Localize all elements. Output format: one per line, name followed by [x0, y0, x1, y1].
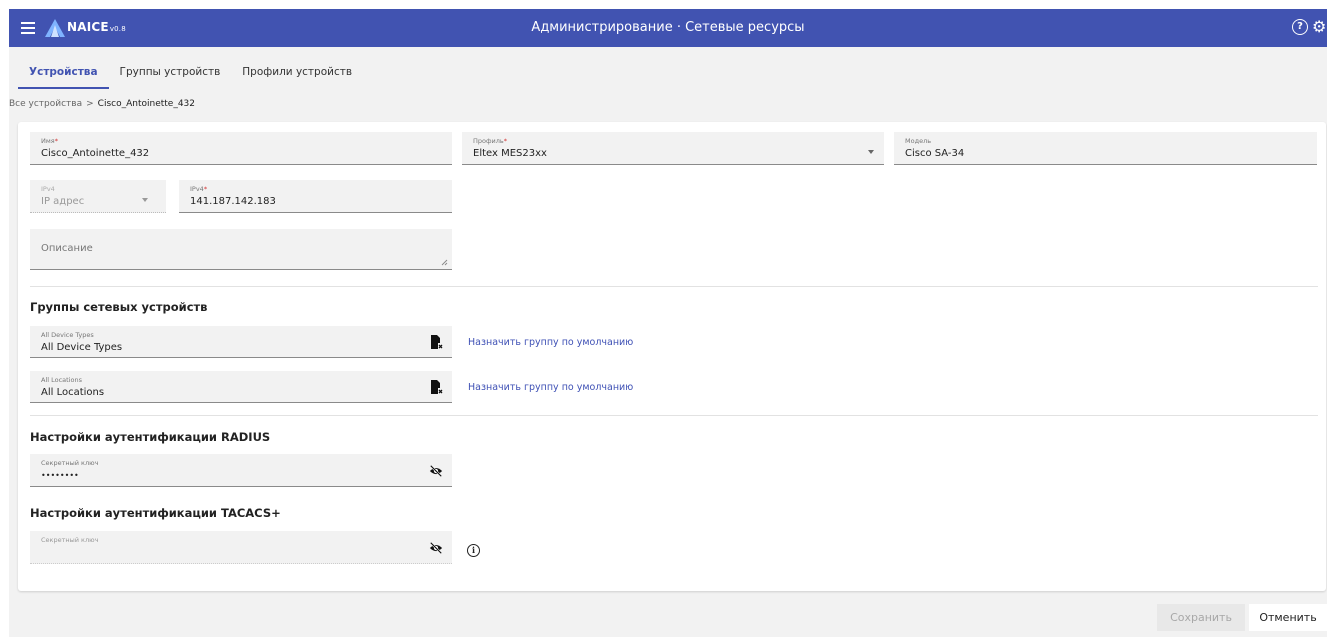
ipv4-value: 141.187.142.183 — [190, 196, 276, 207]
tab-devices[interactable]: Устройства — [18, 59, 109, 89]
gear-icon[interactable]: ⚙ — [1312, 17, 1326, 37]
divider — [30, 415, 1318, 416]
breadcrumb-current: Cisco_Antoinette_432 — [97, 99, 196, 109]
chevron-down-icon — [868, 150, 874, 154]
profile-select[interactable]: Профиль* Eltex MES23xx — [462, 132, 884, 165]
name-label: Имя* — [41, 137, 58, 145]
ip-type-value: IP адрес — [41, 196, 85, 207]
clear-group-icon[interactable] — [429, 380, 443, 394]
clear-group-icon[interactable] — [429, 335, 443, 349]
description-placeholder: Описание — [41, 243, 93, 254]
cancel-button[interactable]: Отменить — [1249, 604, 1327, 631]
description-textarea[interactable]: Описание — [30, 229, 452, 270]
model-value: Cisco SA-34 — [905, 148, 965, 159]
model-label: Модель — [905, 137, 932, 145]
ipv4-field[interactable]: IPv4* 141.187.142.183 — [179, 180, 452, 213]
save-button[interactable]: Сохранить — [1157, 604, 1245, 631]
radius-secret-value: •••••••• — [41, 471, 79, 480]
group-device-types-select[interactable]: All Device Types All Device Types — [30, 326, 452, 358]
top-app-bar: NAICEv0.8 Администрирование · Сетевые ре… — [9, 9, 1327, 47]
resize-handle-icon[interactable] — [441, 259, 448, 266]
radius-secret-field[interactable]: Секретный ключ •••••••• — [30, 454, 452, 487]
ip-type-label: IPv4 — [41, 185, 55, 193]
tab-device-groups[interactable]: Группы устройств — [109, 59, 232, 89]
radius-secret-label: Секретный ключ — [41, 459, 99, 467]
radius-section-title: Настройки аутентификации RADIUS — [30, 430, 271, 444]
main-content: Устройства Группы устройств Профили устр… — [9, 47, 1327, 637]
divider — [30, 286, 1318, 287]
breadcrumb: Все устройства > Cisco_Antoinette_432 — [9, 99, 195, 109]
ip-type-select[interactable]: IPv4 IP адрес — [30, 180, 166, 213]
device-form-card: Имя* Cisco_Antoinette_432 Профиль* Eltex… — [18, 122, 1326, 591]
eye-off-icon[interactable] — [429, 541, 443, 555]
breadcrumb-separator: > — [86, 99, 94, 109]
assign-default-group-link[interactable]: Назначить группу по умолчанию — [468, 382, 633, 393]
name-value: Cisco_Antoinette_432 — [41, 148, 150, 159]
breadcrumb-root[interactable]: Все устройства — [9, 99, 82, 109]
help-icon[interactable]: ? — [1292, 19, 1308, 35]
group-device-types-value: All Device Types — [41, 342, 123, 353]
tacacs-secret-field[interactable]: Секретный ключ — [30, 531, 452, 564]
tacacs-secret-label: Секретный ключ — [41, 536, 99, 544]
ipv4-label: IPv4* — [190, 185, 208, 193]
name-field[interactable]: Имя* Cisco_Antoinette_432 — [30, 132, 452, 165]
groups-section-title: Группы сетевых устройств — [30, 300, 208, 314]
profile-label: Профиль* — [473, 137, 508, 145]
group-device-types-label: All Device Types — [41, 331, 94, 339]
tab-device-profiles[interactable]: Профили устройств — [231, 59, 363, 89]
chevron-down-icon — [142, 198, 148, 202]
assign-default-group-link[interactable]: Назначить группу по умолчанию — [468, 337, 633, 348]
info-icon[interactable]: i — [467, 544, 480, 557]
page-title: Администрирование · Сетевые ресурсы — [531, 20, 805, 35]
tab-bar: Устройства Группы устройств Профили устр… — [18, 59, 363, 89]
eye-off-icon[interactable] — [429, 464, 443, 478]
group-locations-value: All Locations — [41, 387, 105, 398]
tacacs-section-title: Настройки аутентификации TACACS+ — [30, 506, 281, 520]
group-locations-select[interactable]: All Locations All Locations — [30, 371, 452, 403]
model-field[interactable]: Модель Cisco SA-34 — [894, 132, 1317, 165]
group-locations-label: All Locations — [41, 376, 83, 384]
profile-value: Eltex MES23xx — [473, 148, 547, 159]
